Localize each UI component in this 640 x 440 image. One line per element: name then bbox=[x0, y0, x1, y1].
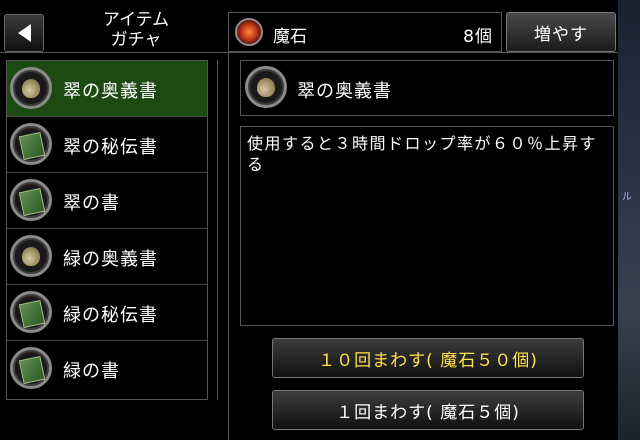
spin-1-button[interactable]: １回まわす( 魔石５個) bbox=[272, 390, 584, 430]
book-icon bbox=[10, 179, 52, 221]
background-glyph: ル bbox=[622, 192, 632, 203]
list-scrollbar[interactable] bbox=[208, 60, 218, 400]
background-scene: ル bbox=[618, 0, 640, 440]
list-item-1[interactable]: 翠の秘伝書 bbox=[7, 117, 207, 173]
sack-icon bbox=[245, 66, 287, 108]
sack-icon bbox=[10, 67, 52, 109]
list-item-2[interactable]: 翠の書 bbox=[7, 173, 207, 229]
page-title: アイテム ガチャ bbox=[44, 8, 228, 52]
list-item-label: 翠の秘伝書 bbox=[63, 137, 158, 158]
increase-button[interactable]: 増やす bbox=[506, 12, 616, 52]
selected-item-header: 翠の奥義書 bbox=[240, 60, 614, 116]
book-icon bbox=[10, 347, 52, 389]
panel-divider bbox=[228, 52, 229, 440]
magic-stone-balance: 魔石 8個 bbox=[228, 12, 502, 52]
item-list: 翠の奥義書 翠の秘伝書 翠の書 緑の奥義書 緑の秘伝書 緑の書 bbox=[6, 60, 208, 400]
list-item-4[interactable]: 緑の秘伝書 bbox=[7, 285, 207, 341]
back-arrow-icon bbox=[17, 24, 31, 42]
book-icon bbox=[10, 291, 52, 333]
list-item-label: 緑の書 bbox=[63, 361, 120, 382]
list-item-label: 翠の書 bbox=[63, 193, 120, 214]
list-item-label: 翠の奥義書 bbox=[63, 81, 158, 102]
magic-stone-count: 8個 bbox=[463, 27, 493, 47]
back-button[interactable] bbox=[4, 14, 44, 52]
item-description: 使用すると３時間ドロップ率が６０％上昇する bbox=[247, 134, 598, 174]
sack-icon bbox=[10, 235, 52, 277]
page-title-line2: ガチャ bbox=[110, 30, 162, 50]
header-divider bbox=[0, 52, 618, 53]
list-item-0[interactable]: 翠の奥義書 bbox=[7, 61, 207, 117]
list-item-label: 緑の秘伝書 bbox=[63, 305, 158, 326]
magic-stone-label: 魔石 bbox=[273, 27, 307, 47]
magic-stone-icon bbox=[235, 18, 263, 46]
list-item-label: 緑の奥義書 bbox=[63, 249, 158, 270]
spin-10-button[interactable]: １０回まわす( 魔石５０個) bbox=[272, 338, 584, 378]
gacha-panel: アイテム ガチャ 魔石 8個 増やす 翠の奥義書 翠の秘伝書 翠の書 緑の奥義書… bbox=[0, 0, 618, 440]
item-description-box: 使用すると３時間ドロップ率が６０％上昇する bbox=[240, 126, 614, 326]
book-icon bbox=[10, 123, 52, 165]
selected-item-name: 翠の奥義書 bbox=[297, 81, 392, 102]
page-title-line1: アイテム bbox=[102, 10, 170, 30]
list-item-3[interactable]: 緑の奥義書 bbox=[7, 229, 207, 285]
list-item-5[interactable]: 緑の書 bbox=[7, 341, 207, 397]
